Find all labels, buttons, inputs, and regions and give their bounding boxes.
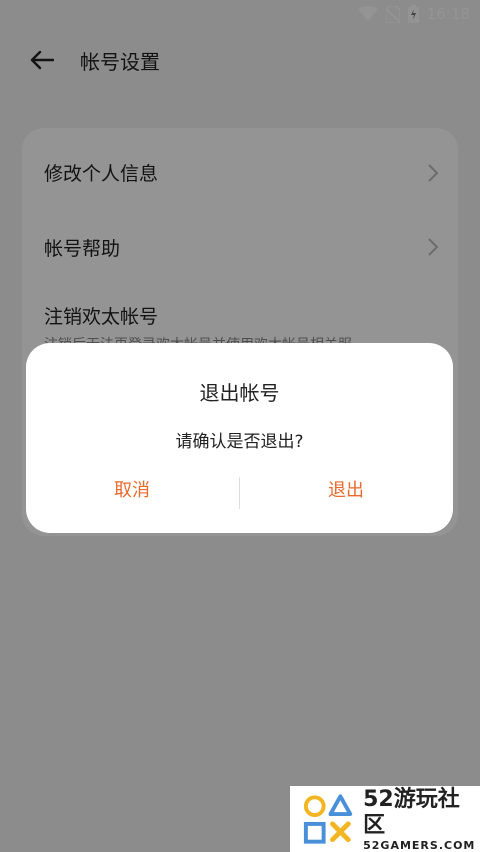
watermark-subtitle: 52GAMERS.COM xyxy=(363,838,476,852)
cancel-button[interactable]: 取消 xyxy=(26,465,238,513)
watermark-title: 52游玩社区 xyxy=(363,786,460,838)
logout-dialog: 退出帐号 请确认是否退出? 取消 退出 xyxy=(26,343,453,533)
dialog-title: 退出帐号 xyxy=(199,381,280,405)
gamepad-symbols-logo-icon xyxy=(303,794,353,844)
dialog-message: 请确认是否退出? xyxy=(175,432,304,452)
watermark: 52游玩社区 52GAMERS.COM xyxy=(290,786,480,852)
confirm-logout-button[interactable]: 退出 xyxy=(240,465,452,513)
